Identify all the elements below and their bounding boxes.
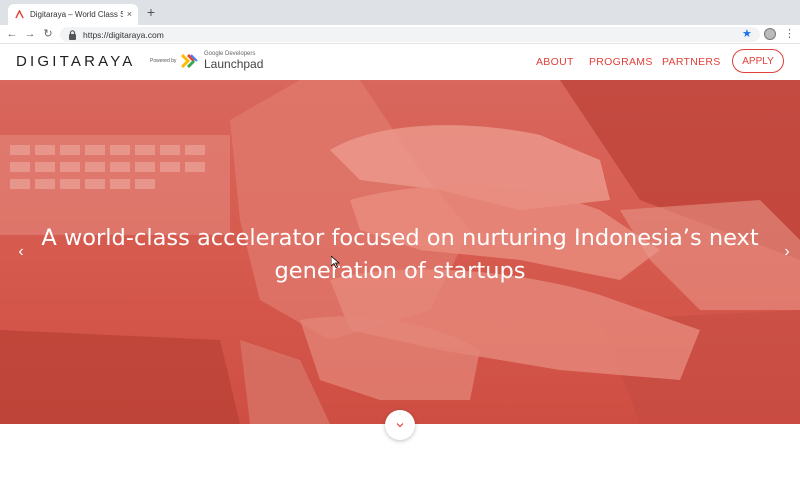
lock-icon xyxy=(69,29,76,40)
chevron-left-icon[interactable]: ‹ xyxy=(14,242,28,262)
apply-button[interactable]: APPLY xyxy=(732,49,784,73)
browser-toolbar: ← → ↻ https://digitaraya.com ★ ⋮ xyxy=(0,25,800,44)
back-icon[interactable]: ← xyxy=(6,28,18,40)
powered-by-label: Powered by xyxy=(150,58,177,64)
nav-partners[interactable]: PARTNERS xyxy=(662,56,721,68)
new-tab-button[interactable]: + xyxy=(144,5,158,19)
digitaraya-logo[interactable]: DIGITARAYA xyxy=(16,53,136,70)
scroll-down-button[interactable] xyxy=(385,410,415,440)
bookmark-star-icon[interactable]: ★ xyxy=(742,27,752,41)
nav-about[interactable]: ABOUT xyxy=(536,56,574,68)
chevron-down-icon xyxy=(396,423,404,428)
reload-icon[interactable]: ↻ xyxy=(42,28,54,40)
hero-headline: A world-class accelerator focused on nur… xyxy=(41,225,759,284)
tab-close-icon[interactable]: × xyxy=(127,10,132,19)
mouse-cursor-icon xyxy=(331,256,340,268)
browser-tab[interactable]: Digitaraya – World Class Startu × xyxy=(8,4,138,25)
hero-banner: A world-class accelerator focused on nur… xyxy=(0,80,800,424)
partner-line2: Launchpad xyxy=(204,57,264,71)
favicon-icon xyxy=(14,10,24,20)
profile-avatar-icon[interactable] xyxy=(764,28,776,40)
forward-icon[interactable]: → xyxy=(24,28,36,40)
browser-menu-icon[interactable]: ⋮ xyxy=(784,27,795,41)
nav-programs[interactable]: PROGRAMS xyxy=(589,56,653,68)
url-text: https://digitaraya.com xyxy=(83,29,164,40)
site-header: DIGITARAYA Powered by Google Developers … xyxy=(0,44,800,80)
launchpad-logo-icon xyxy=(180,53,198,69)
tab-title: Digitaraya – World Class Startu xyxy=(30,10,123,19)
address-bar[interactable]: https://digitaraya.com xyxy=(60,27,760,42)
browser-tabstrip: Digitaraya – World Class Startu × + xyxy=(0,0,800,25)
chevron-right-icon[interactable]: › xyxy=(780,242,794,262)
